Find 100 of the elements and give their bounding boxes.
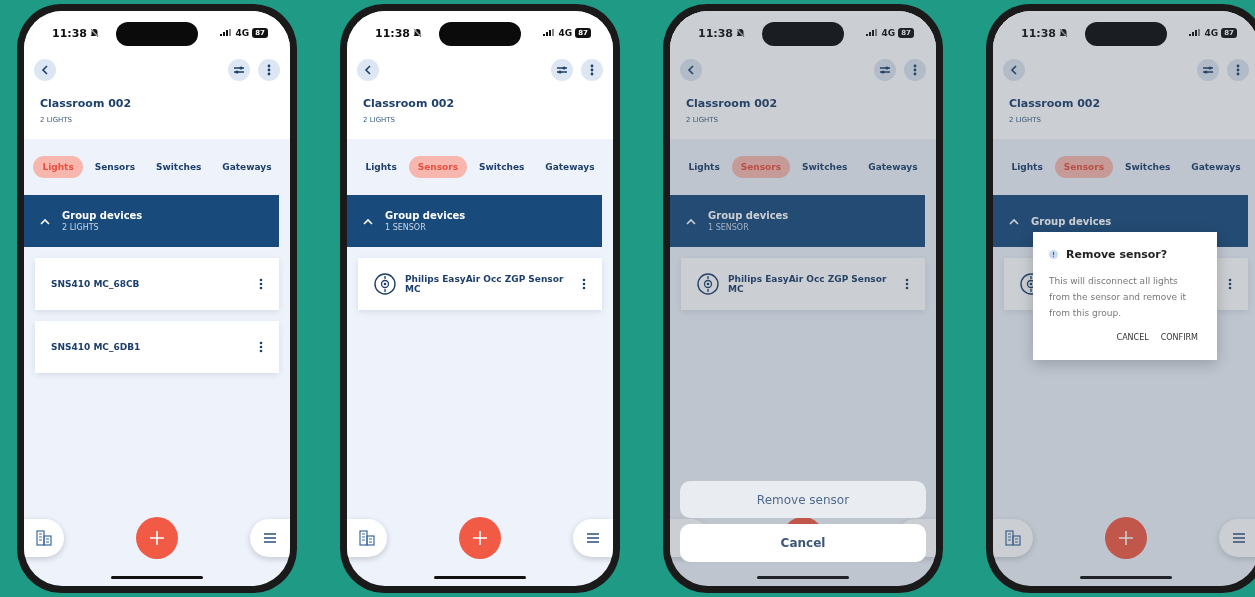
group-title: Group devices <box>385 210 466 221</box>
tab[interactable]: Gateways <box>859 156 927 178</box>
buildings-icon <box>36 530 52 546</box>
network-label: 4G <box>1204 28 1219 38</box>
signal-icon <box>1188 29 1202 37</box>
more-button[interactable] <box>581 59 603 81</box>
more-icon <box>905 278 909 290</box>
group-title: Group devices <box>708 210 789 221</box>
sliders-icon <box>233 65 245 75</box>
tab[interactable]: Switches <box>1116 156 1180 178</box>
more-icon <box>913 64 917 76</box>
tab[interactable]: Switches <box>470 156 534 178</box>
bell-mute-icon <box>736 28 745 38</box>
sensor-icon <box>374 273 396 295</box>
bell-mute-icon <box>90 28 99 38</box>
filter-button[interactable] <box>551 59 573 81</box>
sliders-icon <box>1202 65 1214 75</box>
device-card[interactable]: Philips EasyAir Occ ZGP Sensor MC <box>358 258 602 310</box>
status-time: 11:38 <box>698 26 733 40</box>
bell-mute-icon <box>1059 28 1068 38</box>
back-icon <box>1010 65 1018 75</box>
back-button[interactable] <box>1003 59 1025 81</box>
group-header[interactable]: Group devices 1 SENSOR <box>670 195 925 247</box>
device-name: Philips EasyAir Occ ZGP Sensor MC <box>405 274 565 294</box>
back-icon <box>364 65 372 75</box>
filter-button[interactable] <box>1197 59 1219 81</box>
group-title: Group devices <box>62 210 143 221</box>
more-button[interactable] <box>258 59 280 81</box>
device-card[interactable]: SNS410 MC_68CB <box>35 258 279 310</box>
signal-icon <box>219 29 233 37</box>
back-button[interactable] <box>357 59 379 81</box>
cancel-button[interactable]: Cancel <box>680 524 926 562</box>
device-name: SNS410 MC_6DB1 <box>51 342 142 352</box>
tab[interactable]: Lights <box>1002 156 1052 178</box>
signal-icon <box>865 29 879 37</box>
sensor-icon <box>1020 273 1033 295</box>
status-time: 11:38 <box>375 26 410 40</box>
back-button[interactable] <box>34 59 56 81</box>
back-button[interactable] <box>680 59 702 81</box>
status-time: 11:38 <box>1021 26 1056 40</box>
info-icon <box>1049 250 1058 259</box>
back-icon <box>687 65 695 75</box>
room-title: Classroom 002 <box>40 97 133 110</box>
dialog-button[interactable]: CANCEL <box>1113 329 1152 346</box>
buildings-button[interactable] <box>24 519 64 557</box>
device-name: SNS410 MC_68CB <box>51 279 141 289</box>
back-icon <box>41 65 49 75</box>
add-button[interactable] <box>136 517 178 559</box>
more-icon <box>267 64 271 76</box>
tab[interactable]: Lights <box>679 156 729 178</box>
action-button[interactable]: Remove sensor <box>680 481 926 518</box>
tab[interactable]: Gateways <box>1182 156 1250 178</box>
group-subtitle: 1 SENSOR <box>708 223 750 232</box>
group-header[interactable]: Group devices 2 LIGHTS <box>24 195 279 247</box>
more-button[interactable] <box>1227 59 1249 81</box>
menu-icon <box>587 533 599 543</box>
sensor-icon <box>697 273 719 295</box>
plus-icon <box>1118 530 1134 546</box>
dialog-message: This will disconnect all lights from the sensor and remove it from this group. <box>1049 275 1187 320</box>
more-icon <box>1236 64 1240 76</box>
dialog-title: Remove sensor? <box>1066 248 1168 261</box>
group-subtitle: 1 SENSOR <box>385 223 427 232</box>
tab[interactable]: Gateways <box>213 156 281 178</box>
buildings-button[interactable] <box>993 519 1033 557</box>
dialog-button[interactable]: CONFIRM <box>1157 329 1201 346</box>
tab[interactable]: Sensors <box>85 156 145 178</box>
bell-mute-icon <box>413 28 422 38</box>
buildings-button[interactable] <box>347 519 387 557</box>
more-icon <box>582 278 586 290</box>
tab[interactable]: Lights <box>356 156 406 178</box>
network-label: 4G <box>558 28 573 38</box>
room-title: Classroom 002 <box>1009 97 1102 110</box>
tab[interactable]: Switches <box>147 156 211 178</box>
sliders-icon <box>879 65 891 75</box>
room-title: Classroom 002 <box>363 97 456 110</box>
group-subtitle: 2 LIGHTS <box>62 223 100 232</box>
device-name: Philips EasyAir Occ ZGP Sensor MC <box>728 274 888 294</box>
network-label: 4G <box>235 28 250 38</box>
status-time: 11:38 <box>52 26 87 40</box>
menu-icon <box>1233 533 1245 543</box>
room-title: Classroom 002 <box>686 97 779 110</box>
more-icon <box>259 341 263 353</box>
tab[interactable]: Gateways <box>536 156 604 178</box>
filter-button[interactable] <box>228 59 250 81</box>
menu-button[interactable] <box>1219 519 1255 557</box>
device-card[interactable]: Philips EasyAir Occ ZGP Sensor MC <box>681 258 925 310</box>
buildings-icon <box>359 530 375 546</box>
tab[interactable]: Switches <box>793 156 857 178</box>
filter-button[interactable] <box>874 59 896 81</box>
menu-button[interactable] <box>250 519 290 557</box>
group-title: Group devices <box>1031 215 1112 227</box>
signal-icon <box>542 29 556 37</box>
plus-icon <box>472 530 488 546</box>
add-button[interactable] <box>1105 517 1147 559</box>
group-header[interactable]: Group devices 1 SENSOR <box>347 195 602 247</box>
menu-button[interactable] <box>573 519 613 557</box>
device-card[interactable]: SNS410 MC_6DB1 <box>35 321 279 373</box>
more-button[interactable] <box>904 59 926 81</box>
add-button[interactable] <box>459 517 501 559</box>
buildings-icon <box>1005 530 1021 546</box>
